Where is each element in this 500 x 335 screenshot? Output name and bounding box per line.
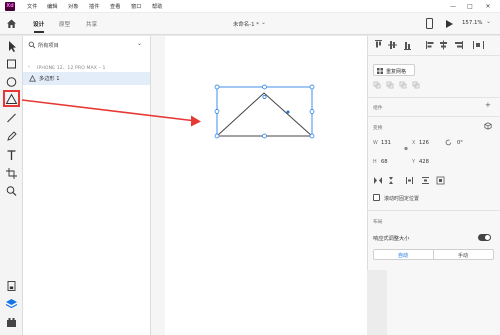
divider [367,97,500,98]
repeat-grid-label: 重复网格 [386,68,407,75]
divider [367,55,500,56]
divider [367,116,500,117]
add-component-icon[interactable]: + [485,101,491,109]
width-input[interactable]: 131 [381,140,391,146]
layout-section-label: 布局 [373,220,383,225]
lock-aspect-icon[interactable] [403,146,409,151]
alignment-toolbar [373,40,493,50]
3d-transform-icon[interactable] [484,122,492,130]
y-label: Y [412,160,415,165]
transform-section-label: 变换 [373,126,383,131]
height-input[interactable]: 68 [381,159,388,165]
rotate-icon [445,139,452,146]
x-input[interactable]: 126 [419,140,429,146]
responsive-resize-label: 响应式调整大小 [373,236,410,242]
fix-position-checkbox[interactable] [373,194,380,201]
repeat-grid-button[interactable]: 重复网格 [373,64,415,76]
responsive-resize-toggle[interactable] [478,234,491,241]
fix-position-label: 滚动时固定位置 [384,196,420,202]
x-label: X [412,141,416,146]
component-section-label: 组件 [373,106,383,111]
flip-and-distribute-icons [373,176,448,185]
manual-segment[interactable]: 手动 [434,250,493,259]
auto-label: 自动 [398,253,409,259]
boolean-ops-icons [373,81,433,89]
grid-icon [377,67,383,74]
rotation-input[interactable]: 0° [457,140,463,146]
selected-triangle[interactable] [214,84,315,139]
resize-mode-segmented: 自动 手动 [373,249,494,260]
divider [367,210,500,211]
manual-label: 手动 [458,253,469,259]
y-input[interactable]: 428 [419,159,429,165]
width-label: W [373,141,378,146]
annotation-arrow [21,99,201,127]
auto-segment[interactable]: 自动 [374,250,434,259]
panel-footer-strip [367,270,387,335]
height-label: H [373,160,377,165]
toggle-knob [485,235,490,240]
